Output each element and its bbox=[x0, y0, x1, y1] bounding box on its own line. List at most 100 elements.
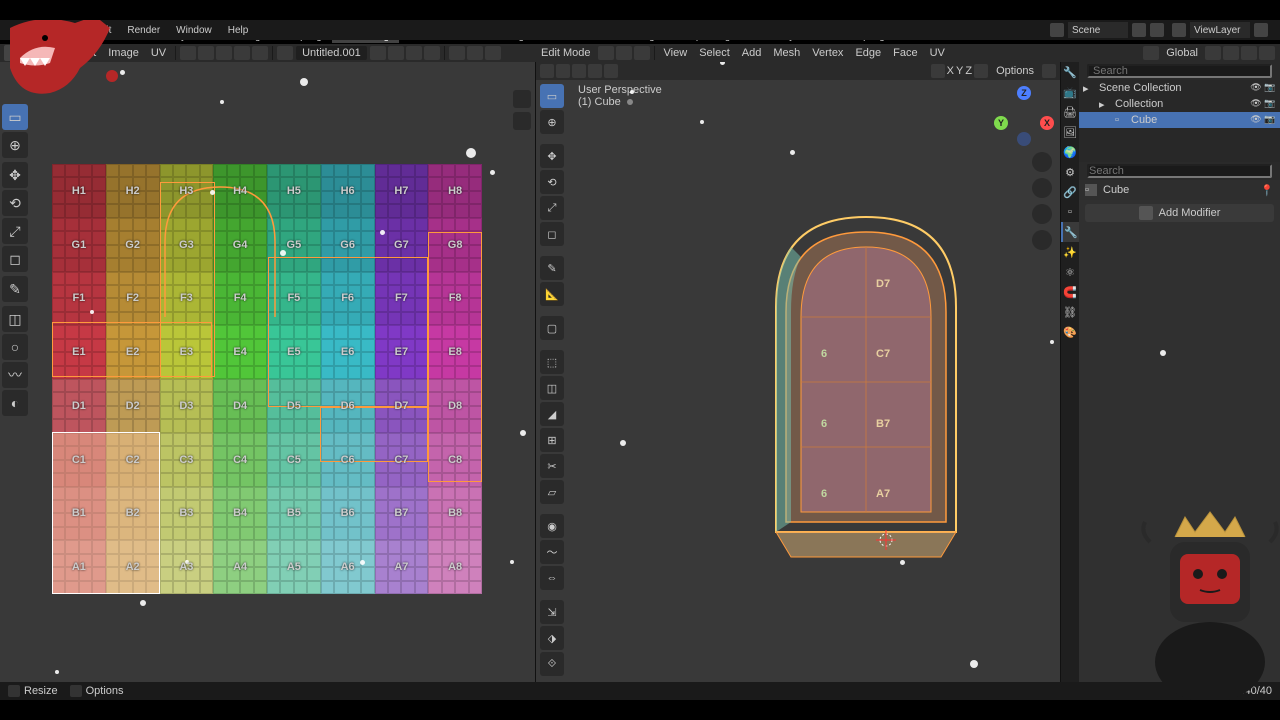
vp-tool-addcube[interactable]: ▢ bbox=[540, 316, 564, 340]
vp-menu-select[interactable]: Select bbox=[693, 47, 736, 59]
vp-tool-measure[interactable]: 📐 bbox=[540, 282, 564, 306]
vp-tool-move[interactable]: ✥ bbox=[540, 144, 564, 168]
vp-tool-loopcut[interactable]: ⊞ bbox=[540, 428, 564, 452]
vp-tool-scale[interactable]: ⤢ bbox=[540, 196, 564, 220]
vp-menu-edge[interactable]: Edge bbox=[849, 47, 887, 59]
scene-new-icon[interactable] bbox=[1132, 23, 1146, 37]
viewlayer-new-icon[interactable] bbox=[1254, 23, 1268, 37]
outliner[interactable]: ▸Scene Collection👁📷▸Collection👁📷▫Cube👁📷 bbox=[1079, 62, 1280, 162]
vp-tool-cursor[interactable]: ⊕ bbox=[540, 110, 564, 134]
vp-selectmode-a[interactable] bbox=[540, 64, 554, 78]
vp-menu-uv[interactable]: UV bbox=[924, 47, 951, 59]
vp-orientation[interactable]: Global bbox=[1160, 47, 1204, 59]
props-tab-12[interactable]: ⛓ bbox=[1061, 302, 1079, 322]
vp-prop-menu[interactable] bbox=[1259, 46, 1275, 60]
uv-editor[interactable]: ▭ ⊕ ✥ ⟲ ⤢ ◻ ✎ ◫ ○ 〰 ◐ H1H2H3H4H5H6H7H8G1… bbox=[0, 62, 535, 682]
outliner-row-scene-collection[interactable]: ▸Scene Collection👁📷 bbox=[1079, 80, 1280, 96]
vp-selectmode-e[interactable] bbox=[604, 64, 618, 78]
props-tab-3[interactable]: 🖼 bbox=[1061, 122, 1079, 142]
gizmo-x[interactable]: X bbox=[1040, 116, 1054, 130]
props-tab-1[interactable]: 📺 bbox=[1061, 82, 1079, 102]
uv-menu-uv[interactable]: UV bbox=[145, 47, 172, 59]
props-tab-2[interactable]: 🖨 bbox=[1061, 102, 1079, 122]
viewlayer-selector[interactable] bbox=[1172, 22, 1268, 38]
uv-tool-rip[interactable]: ◫ bbox=[2, 306, 28, 332]
vp-tool-shrink[interactable]: ⇲ bbox=[540, 600, 564, 624]
vp-tool-select[interactable]: ▭ bbox=[540, 84, 564, 108]
uv-tool-scale[interactable]: ⤢ bbox=[2, 218, 28, 244]
props-tab-11[interactable]: 🧲 bbox=[1061, 282, 1079, 302]
vp-snap-toggle[interactable] bbox=[1205, 46, 1221, 60]
uv-selectmode-island[interactable] bbox=[252, 46, 268, 60]
persp-icon[interactable] bbox=[1032, 230, 1052, 250]
vp-menu-view[interactable]: View bbox=[658, 47, 694, 59]
uv-display-icon[interactable] bbox=[513, 112, 531, 130]
uv-image-open[interactable] bbox=[406, 46, 422, 60]
vp-options-chevron[interactable] bbox=[1042, 64, 1056, 78]
uv-tool-pinch[interactable]: ◐ bbox=[2, 390, 28, 416]
props-tab-8[interactable]: 🔧 bbox=[1061, 222, 1079, 242]
vp-overlay-toggle[interactable] bbox=[974, 64, 988, 78]
vp-prop-toggle[interactable] bbox=[1241, 46, 1257, 60]
uv-tool-select[interactable]: ▭ bbox=[2, 104, 28, 130]
uv-selectmode-edge[interactable] bbox=[216, 46, 232, 60]
menu-file[interactable]: File bbox=[54, 25, 86, 36]
camera-icon[interactable] bbox=[1032, 204, 1052, 224]
vp-orientation-icon[interactable] bbox=[1143, 46, 1159, 60]
outliner-row-collection[interactable]: ▸Collection👁📷 bbox=[1079, 96, 1280, 112]
vp-tool-knife[interactable]: ✂ bbox=[540, 454, 564, 478]
menu-render[interactable]: Render bbox=[119, 25, 168, 36]
uv-image-browse[interactable] bbox=[370, 46, 386, 60]
uv-menu-image[interactable]: Image bbox=[102, 47, 145, 59]
viewport-nav-gizmo[interactable]: Z X Y bbox=[994, 86, 1054, 146]
scene-selector[interactable] bbox=[1050, 22, 1164, 38]
uv-selectmode-vert[interactable] bbox=[198, 46, 214, 60]
menu-edit[interactable]: Edit bbox=[86, 25, 119, 36]
props-search[interactable] bbox=[1087, 164, 1272, 178]
uv-tool-grab[interactable]: ○ bbox=[2, 334, 28, 360]
add-modifier-button[interactable]: Add Modifier bbox=[1085, 204, 1274, 222]
vp-menu-mesh[interactable]: Mesh bbox=[767, 47, 806, 59]
scene-name-input[interactable] bbox=[1068, 22, 1128, 38]
viewlayer-name-input[interactable] bbox=[1190, 22, 1250, 38]
uv-snap-icon[interactable] bbox=[467, 46, 483, 60]
vp-tool-rip[interactable]: ⟐ bbox=[540, 652, 564, 676]
vp-menu-add[interactable]: Add bbox=[736, 47, 768, 59]
vp-tool-edgeslide[interactable]: ⇔ bbox=[540, 566, 564, 590]
vp-tool-spin[interactable]: ◉ bbox=[540, 514, 564, 538]
vp-tool-transform[interactable]: ◻ bbox=[540, 222, 564, 246]
vp-tool-shear[interactable]: ⬗ bbox=[540, 626, 564, 650]
props-tab-7[interactable]: ▫ bbox=[1061, 202, 1079, 222]
uv-tool-rotate[interactable]: ⟲ bbox=[2, 190, 28, 216]
vp-tool-extrude[interactable]: ⬚ bbox=[540, 350, 564, 374]
uv-tool-cursor[interactable]: ⊕ bbox=[2, 132, 28, 158]
zoom-icon[interactable] bbox=[1032, 152, 1052, 172]
3d-viewport[interactable]: X Y Z Options ▭ ⊕ ✥ ⟲ ⤢ ◻ ✎ 📐 ▢ ⬚ ◫ ◢ ⊞ … bbox=[535, 62, 1060, 682]
uv-editor-icon[interactable] bbox=[4, 45, 20, 61]
uv-tool-transform[interactable]: ◻ bbox=[2, 246, 28, 272]
props-object-name[interactable]: Cube bbox=[1103, 184, 1129, 196]
props-pin-icon[interactable]: 📍 bbox=[1260, 184, 1274, 197]
props-tab-0[interactable]: 🔧 bbox=[1061, 62, 1079, 82]
vp-snap-menu[interactable] bbox=[1223, 46, 1239, 60]
uv-image-new[interactable] bbox=[388, 46, 404, 60]
vp-tool-smooth[interactable]: 〜 bbox=[540, 540, 564, 564]
vp-selmode-face[interactable] bbox=[634, 46, 650, 60]
vp-mode-select[interactable]: Edit Mode bbox=[535, 47, 597, 59]
uv-sync-button[interactable] bbox=[180, 46, 196, 60]
props-tab-13[interactable]: 🎨 bbox=[1061, 322, 1079, 342]
vp-selectmode-d[interactable] bbox=[588, 64, 602, 78]
uv-tool-relax[interactable]: 〰 bbox=[2, 362, 28, 388]
props-tab-4[interactable]: 🌍 bbox=[1061, 142, 1079, 162]
uv-selectmode-face[interactable] bbox=[234, 46, 250, 60]
vp-selmode-edge[interactable] bbox=[616, 46, 632, 60]
uv-menu-select[interactable]: Select bbox=[60, 47, 103, 59]
uv-pin-icon[interactable] bbox=[449, 46, 465, 60]
vp-selmode-vert[interactable] bbox=[598, 46, 614, 60]
scene-del-icon[interactable] bbox=[1150, 23, 1164, 37]
gizmo-y[interactable]: Y bbox=[994, 116, 1008, 130]
uv-tool-annotate[interactable]: ✎ bbox=[2, 276, 28, 302]
props-tab-6[interactable]: 🔗 bbox=[1061, 182, 1079, 202]
props-tab-10[interactable]: ⚛ bbox=[1061, 262, 1079, 282]
uv-magnet-icon[interactable] bbox=[513, 90, 531, 108]
